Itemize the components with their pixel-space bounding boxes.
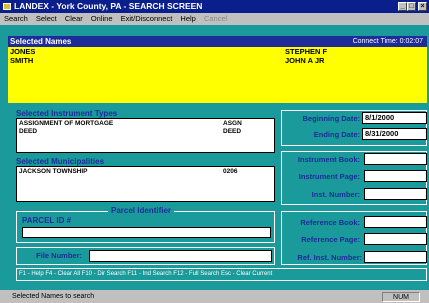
ref-inst-number-label: Ref. Inst. Number: [297,253,362,262]
num-lock-indicator: NUM [382,292,420,302]
instrument-code: DEED [223,128,242,135]
file-number-label: File Number: [36,251,82,260]
status-bar: Selected Names to search NUM [0,291,429,303]
parcel-identifier-label: Parcel Identifier [108,206,175,215]
menu-bar: Search Select Clear Online Exit/Disconne… [0,13,429,24]
parcel-id-label: PARCEL ID # [22,216,72,225]
menu-select[interactable]: Select [36,13,57,24]
shortcut-legend: F1 - Help F4 - Clear All F10 - Dir Searc… [16,268,427,281]
name-first: STEPHEN F [285,47,328,56]
inst-number-input[interactable] [364,188,427,200]
beginning-date-label: Beginning Date: [302,114,361,123]
selected-names-label: Selected Names [10,37,72,46]
instrument-name: DEED [19,128,38,135]
list-item[interactable]: DEED DEED [17,127,274,135]
maximize-button[interactable]: □ [407,2,416,11]
menu-online[interactable]: Online [91,13,113,24]
list-item[interactable]: JONES STEPHEN F [8,47,427,56]
title-bar: LANDEX - York County, PA - SEARCH SCREEN [0,0,429,13]
window-title: LANDEX - York County, PA - SEARCH SCREEN [14,1,203,11]
list-item[interactable]: SMITH JOHN A JR [8,56,427,65]
ending-date-input[interactable]: 8/31/2000 [362,128,427,140]
reference-page-label: Reference Page: [301,235,360,244]
instrument-types-list[interactable]: ASSIGNMENT OF MORTGAGE ASGN DEED DEED [16,118,275,153]
selected-names-list[interactable]: JONES STEPHEN F SMITH JOHN A JR [8,47,427,103]
minimize-button[interactable]: _ [398,2,407,11]
file-number-input[interactable] [89,250,272,262]
name-last: SMITH [10,56,34,65]
instrument-book-input[interactable] [364,153,427,165]
municipality-name: JACKSON TOWNSHIP [19,168,88,175]
close-button[interactable]: × [418,2,427,11]
inst-number-label: Inst. Number: [311,190,360,199]
instrument-code: ASGN [223,120,242,127]
app-icon [3,3,11,10]
ending-date-label: Ending Date: [313,130,360,139]
status-text: Selected Names to search [12,293,95,300]
instrument-page-input[interactable] [364,170,427,182]
connect-time: Connect Time: 0:02:07 [352,38,423,45]
menu-exit-disconnect[interactable]: Exit/Disconnect [121,13,173,24]
ref-inst-number-input[interactable] [364,251,427,263]
menu-search[interactable]: Search [4,13,28,24]
name-last: JONES [10,47,36,56]
municipality-code: 0206 [223,168,238,175]
municipalities-list[interactable]: JACKSON TOWNSHIP 0206 [16,166,275,202]
reference-book-label: Reference Book: [300,218,360,227]
menu-help[interactable]: Help [180,13,195,24]
municipalities-label: Selected Municipalities [16,157,105,166]
instrument-page-label: Instrument Page: [298,172,360,181]
parcel-id-input[interactable] [22,227,271,238]
instrument-types-label: Selected Instrument Types [16,109,118,118]
list-item[interactable]: JACKSON TOWNSHIP 0206 [17,167,274,175]
selected-names-header: Selected Names Connect Time: 0:02:07 [8,36,427,47]
reference-book-input[interactable] [364,216,427,228]
reference-page-input[interactable] [364,233,427,245]
beginning-date-input[interactable]: 8/1/2000 [362,112,427,124]
instrument-book-label: Instrument Book: [297,155,360,164]
menu-clear[interactable]: Clear [65,13,83,24]
menu-cancel: Cancel [203,14,228,23]
list-item[interactable]: ASSIGNMENT OF MORTGAGE ASGN [17,119,274,127]
instrument-name: ASSIGNMENT OF MORTGAGE [19,120,114,127]
name-first: JOHN A JR [285,56,325,65]
